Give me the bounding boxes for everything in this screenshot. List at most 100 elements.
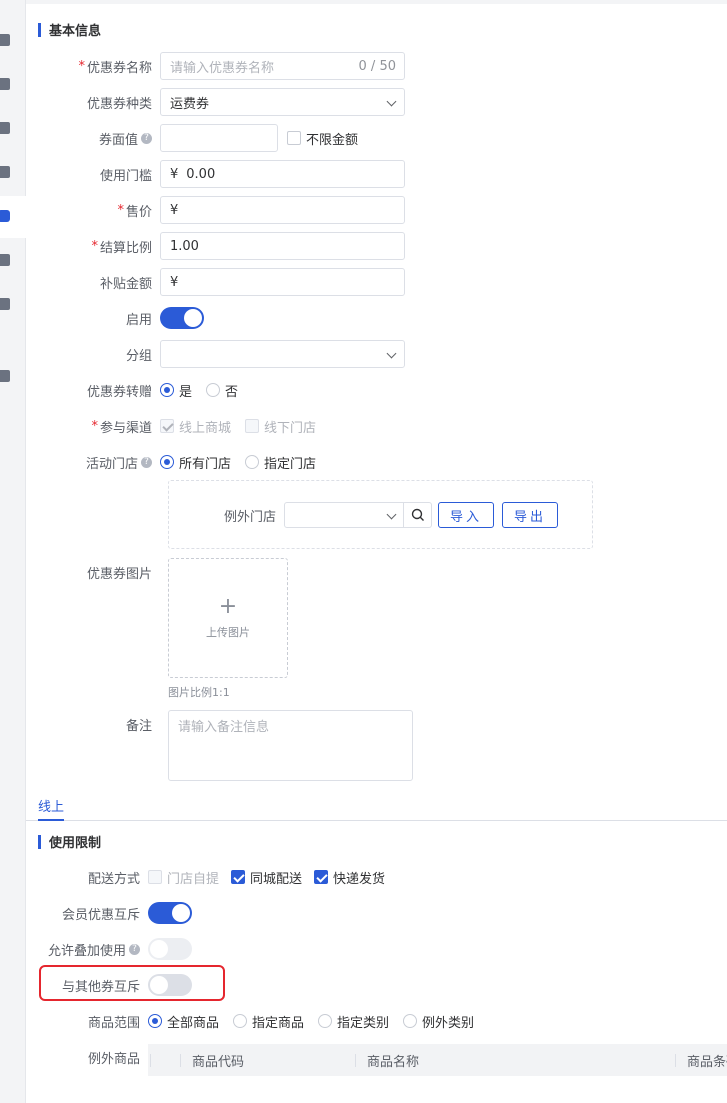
- member-exclusive-switch[interactable]: [148, 902, 192, 924]
- radio-icon: [233, 1014, 248, 1028]
- label-exception-store: 例外门店: [223, 509, 276, 525]
- settle-ratio-input[interactable]: 1.00: [160, 232, 405, 260]
- stores-specified-radio[interactable]: 指定门店: [245, 453, 316, 472]
- label-threshold: 使用门槛: [99, 168, 152, 184]
- row-settle-ratio: * 结算比例 1.00: [26, 232, 405, 260]
- label-enabled: 启用: [125, 312, 152, 328]
- tab-online[interactable]: 线上: [38, 796, 65, 821]
- group-select[interactable]: [160, 340, 405, 368]
- tools-icon[interactable]: [0, 370, 10, 382]
- hexagon-icon[interactable]: [0, 298, 10, 310]
- stackable-switch[interactable]: [148, 938, 192, 960]
- stores-all-radio[interactable]: 所有门店: [160, 453, 231, 472]
- subsidy-input[interactable]: ¥: [160, 268, 405, 296]
- row-scope: 商品范围 全部商品 指定商品 指定类别 例外类别: [26, 1007, 488, 1035]
- chevron-down-icon: [386, 96, 397, 107]
- pie-chart-icon[interactable]: [0, 254, 10, 266]
- column-header: 商品名称: [353, 1044, 673, 1076]
- column-header: 商品条码: [673, 1044, 727, 1076]
- transfer-no-radio[interactable]: 否: [206, 381, 238, 400]
- exception-store-select[interactable]: [284, 502, 404, 528]
- channel-online-label: 线上商城: [179, 420, 232, 436]
- delivery-pickup-checkbox[interactable]: 门店自提: [148, 868, 219, 887]
- row-coupon-type: 优惠券种类 运费券: [26, 88, 405, 116]
- label-transfer: 优惠券转赠: [86, 384, 152, 400]
- upload-label: 上传图片: [206, 626, 250, 639]
- column-header: 商品代码: [178, 1044, 353, 1076]
- row-transfer: 优惠券转赠 是 否: [26, 376, 252, 404]
- image-upload[interactable]: + 上传图片: [168, 558, 288, 678]
- coupon-type-select[interactable]: 运费券: [160, 88, 405, 116]
- stores-specified-label: 指定门店: [264, 456, 317, 472]
- checkbox-icon: [314, 870, 329, 884]
- delivery-city-checkbox[interactable]: 同城配送: [231, 868, 302, 887]
- scope-specified-label: 指定商品: [252, 1015, 305, 1031]
- tab-bar: 线上: [26, 794, 727, 821]
- section-title-text: 基本信息: [49, 24, 102, 39]
- label-exception-goods: 例外商品: [87, 1051, 140, 1067]
- row-enabled: 启用: [26, 304, 204, 332]
- row-stackable: 允许叠加使用?: [26, 935, 192, 963]
- remark-textarea[interactable]: 请输入备注信息: [168, 710, 413, 781]
- currency-prefix: ¥: [170, 166, 179, 182]
- row-group: 分组: [26, 340, 405, 368]
- label-member-exclusive: 会员优惠互斥: [61, 907, 140, 923]
- delivery-express-checkbox[interactable]: 快递发货: [314, 868, 385, 887]
- section-title-text: 使用限制: [49, 836, 102, 851]
- coupon-icon[interactable]: [0, 210, 10, 222]
- scope-all-label: 全部商品: [167, 1015, 220, 1031]
- checkbox-icon: [231, 870, 246, 884]
- chevron-down-icon: [386, 509, 397, 520]
- currency-prefix: ¥: [170, 202, 179, 218]
- transfer-yes-radio[interactable]: 是: [160, 381, 192, 400]
- scope-all-radio[interactable]: 全部商品: [148, 1012, 219, 1031]
- label-face-value: 券面值?: [26, 129, 160, 148]
- scope-category-label: 指定类别: [337, 1015, 390, 1031]
- label-settle-ratio: * 结算比例: [91, 238, 152, 256]
- scope-exception-category-label: 例外类别: [422, 1015, 475, 1031]
- channel-offline-checkbox[interactable]: 线下门店: [245, 417, 316, 436]
- scope-category-radio[interactable]: 指定类别: [318, 1012, 389, 1031]
- briefcase-icon[interactable]: [0, 122, 10, 134]
- row-price: * 售价 ¥: [26, 196, 405, 224]
- radio-icon: [160, 383, 174, 397]
- main-panel: 基本信息 * 优惠券名称 请输入优惠券名称 0 / 50 优惠券种类 运费券 券面…: [26, 4, 727, 1103]
- label-scope: 商品范围: [87, 1015, 140, 1031]
- price-input[interactable]: ¥: [160, 196, 405, 224]
- checkbox-icon: [245, 419, 260, 433]
- transfer-no-label: 否: [225, 384, 239, 400]
- coupon-type-value: 运费券: [170, 96, 210, 112]
- scope-specified-radio[interactable]: 指定商品: [233, 1012, 304, 1031]
- channel-offline-label: 线下门店: [264, 420, 317, 436]
- exception-goods-table-header: 商品代码 商品名称 商品条码: [148, 1044, 727, 1076]
- radio-icon: [245, 455, 260, 469]
- settle-ratio-value: 1.00: [170, 238, 199, 254]
- enabled-switch[interactable]: [160, 307, 204, 329]
- row-coupon-name: * 优惠券名称 请输入优惠券名称 0 / 50: [26, 52, 405, 80]
- cube-icon[interactable]: [0, 34, 10, 46]
- users-icon[interactable]: [0, 78, 10, 90]
- unlimited-checkbox[interactable]: 不限金额: [287, 129, 358, 148]
- row-stores: 活动门店? 所有门店 指定门店: [26, 448, 330, 476]
- scope-exception-category-radio[interactable]: 例外类别: [403, 1012, 474, 1031]
- checkbox-icon: [160, 419, 174, 433]
- checkbox-icon: [287, 131, 301, 145]
- delivery-pickup-label: 门店自提: [167, 871, 220, 887]
- label-remark: 备注: [125, 718, 152, 734]
- help-icon: ?: [129, 943, 140, 955]
- coupon-name-input[interactable]: 请输入优惠券名称 0 / 50: [160, 52, 405, 80]
- export-button[interactable]: 导出: [502, 502, 559, 528]
- channel-online-checkbox[interactable]: 线上商城: [160, 417, 231, 436]
- threshold-input[interactable]: ¥ 0.00: [160, 160, 405, 188]
- search-button[interactable]: [404, 502, 432, 528]
- section-bar: [38, 22, 41, 37]
- face-value-input[interactable]: [160, 124, 278, 152]
- label-stores: 活动门店?: [26, 453, 160, 472]
- medal-icon[interactable]: [0, 166, 10, 178]
- unlimited-label: 不限金额: [306, 132, 359, 148]
- import-button[interactable]: 导入: [438, 502, 495, 528]
- section-usage-limits: 使用限制: [38, 832, 101, 851]
- transfer-yes-label: 是: [179, 384, 193, 400]
- sidebar: [0, 0, 26, 1103]
- threshold-value: 0.00: [186, 166, 216, 182]
